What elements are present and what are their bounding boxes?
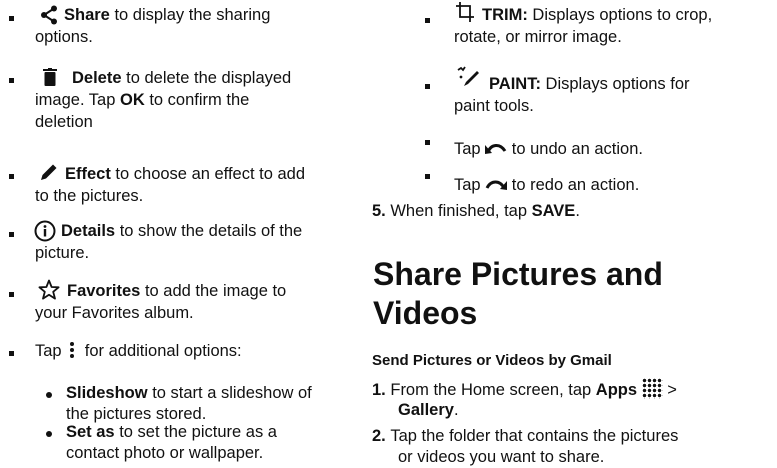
effect-text-cont: to the pictures. — [35, 187, 144, 205]
paint-icon — [457, 66, 479, 86]
gallery-label: Gallery — [398, 401, 454, 419]
effect-label: Effect — [65, 165, 111, 183]
step-2-text: Tap the folder that contains the picture… — [390, 427, 679, 445]
trim-label: TRIM: — [482, 6, 528, 24]
bullet — [9, 232, 14, 237]
details-text-cont: picture. — [35, 244, 90, 262]
delete-line2b: to confirm the — [144, 91, 250, 109]
favorites-item: Favorites to add the image to — [67, 281, 286, 302]
step-1-cont: Gallery. — [398, 400, 459, 421]
step-1-end: . — [453, 401, 459, 419]
setas-label: Set as — [66, 423, 115, 441]
subheading: Send Pictures or Videos by Gmail — [372, 352, 612, 369]
setas-item: Set as to set the picture as a — [66, 422, 277, 443]
setas-text-cont: contact photo or wallpaper. — [66, 444, 264, 462]
undo-item: Tap to undo an action. — [454, 139, 643, 160]
section-heading-line1: Share Pictures and — [373, 256, 663, 292]
delete-line3: deletion — [35, 113, 93, 131]
details-label: Details — [61, 222, 116, 240]
bullet — [9, 351, 14, 356]
slideshow-label: Slideshow — [66, 384, 148, 402]
crop-icon — [456, 2, 474, 22]
pencil-icon — [41, 164, 57, 180]
apps-grid-icon — [641, 378, 663, 399]
share-text-cont: options. — [35, 28, 93, 46]
share-item: Share to display the sharing — [64, 5, 270, 26]
bullet — [425, 84, 430, 89]
share-text: to display the sharing — [109, 6, 271, 24]
trim-item: TRIM: Displays options to crop, — [482, 5, 712, 26]
favorites-label: Favorites — [67, 282, 141, 300]
share-label: Share — [64, 6, 110, 24]
bullet — [9, 78, 14, 83]
apps-label: Apps — [595, 381, 638, 399]
effect-text: to choose an effect to add — [110, 165, 306, 183]
ok-label: OK — [120, 91, 145, 109]
undo-post: to undo an action. — [507, 140, 643, 158]
bullet — [9, 16, 14, 21]
setas-text: to set the picture as a — [114, 423, 277, 441]
paint-text-cont: paint tools. — [454, 97, 534, 115]
effect-item: Effect to choose an effect to add — [65, 164, 305, 185]
star-icon — [38, 279, 60, 300]
info-icon — [34, 220, 56, 242]
bullet — [425, 174, 430, 179]
step-2: 2. Tap the folder that contains the pict… — [372, 426, 678, 447]
step-2-num: 2. — [372, 427, 386, 445]
step-5-end: . — [575, 202, 580, 220]
more-pre: Tap — [35, 342, 67, 360]
slideshow-text: to start a slideshow of — [147, 384, 312, 402]
save-label: SAVE — [531, 202, 576, 220]
trash-icon — [43, 68, 57, 86]
redo-item: Tap to redo an action. — [454, 175, 639, 196]
delete-text: to delete the displayed — [121, 69, 292, 87]
favorites-text: to add the image to — [140, 282, 287, 300]
delete-line2: image. Tap OK to confirm the — [35, 90, 249, 111]
bullet — [9, 292, 14, 297]
more-item: Tap for additional options: — [35, 341, 242, 362]
share-icon — [41, 5, 57, 25]
undo-pre: Tap — [454, 140, 486, 158]
step-5-text: When finished, tap — [390, 202, 532, 220]
delete-item: Delete to delete the displayed — [72, 68, 291, 89]
step-5-num: 5. — [372, 202, 386, 220]
favorites-text-cont: your Favorites album. — [35, 304, 194, 322]
more-post: for additional options: — [80, 342, 242, 360]
step-1-text: From the Home screen, tap — [390, 381, 596, 399]
delete-line2a: image. Tap — [35, 91, 120, 109]
redo-pre: Tap — [454, 176, 486, 194]
step-1: 1. From the Home screen, tap Apps > — [372, 378, 677, 401]
section-heading-line2: Videos — [373, 295, 478, 331]
slideshow-item: Slideshow to start a slideshow of — [66, 383, 312, 404]
bullet — [9, 174, 14, 179]
step-5: 5. When finished, tap SAVE. — [372, 201, 580, 222]
undo-icon — [485, 144, 507, 154]
step-1-num: 1. — [372, 381, 386, 399]
paint-item: PAINT: Displays options for — [489, 74, 690, 95]
bullet — [425, 18, 430, 23]
redo-icon — [485, 180, 508, 190]
details-text: to show the details of the — [115, 222, 303, 240]
details-item: Details to show the details of the — [61, 221, 302, 242]
paint-text: Displays options for — [540, 75, 690, 93]
apps-separator: > — [662, 381, 677, 399]
paint-label: PAINT: — [489, 75, 541, 93]
trim-text-cont: rotate, or mirror image. — [454, 28, 622, 46]
delete-label: Delete — [72, 69, 122, 87]
redo-post: to redo an action. — [507, 176, 640, 194]
trim-text: Displays options to crop, — [527, 6, 713, 24]
bullet — [425, 140, 430, 145]
step-2-text-cont: or videos you want to share. — [398, 448, 605, 466]
bullet — [46, 392, 52, 398]
bullet — [46, 431, 52, 437]
more-options-icon — [66, 342, 80, 358]
